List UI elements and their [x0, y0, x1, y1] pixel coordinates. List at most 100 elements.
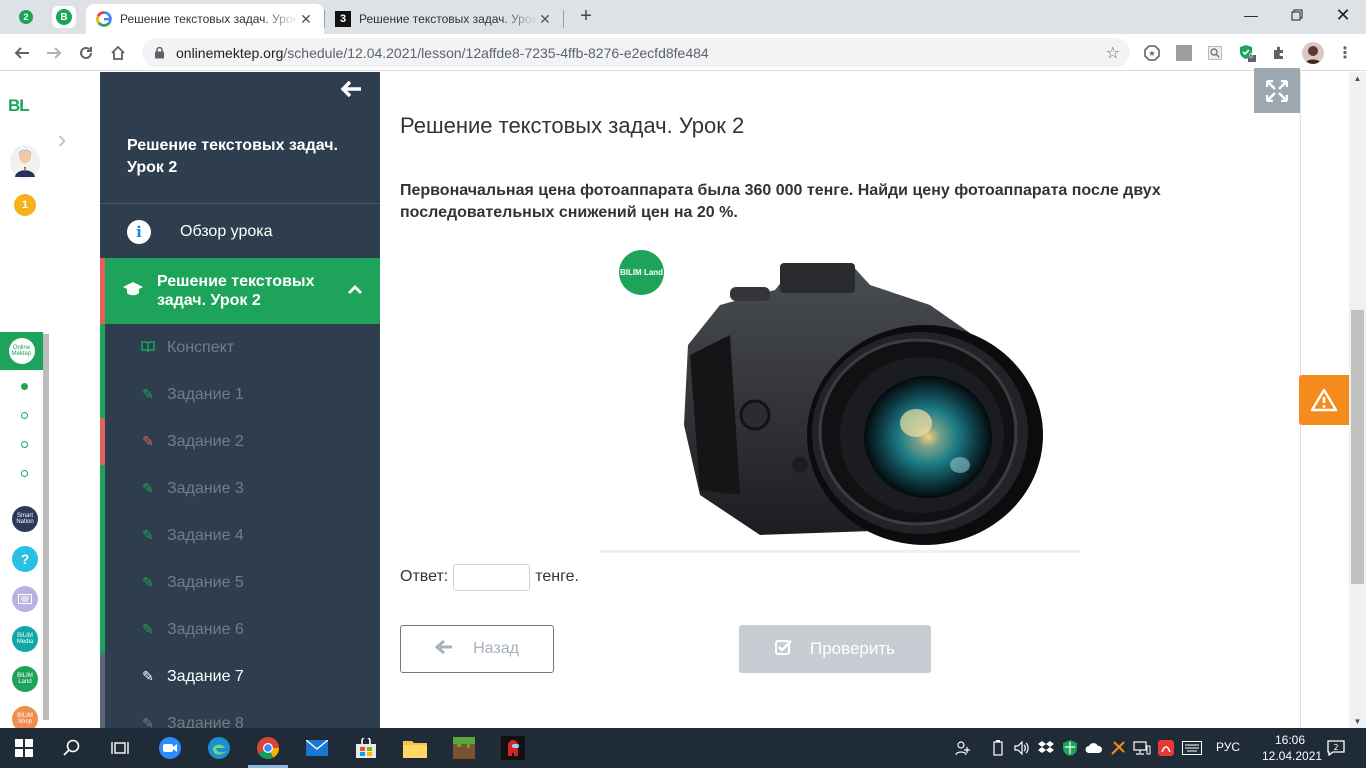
user-avatar[interactable] — [10, 145, 40, 179]
home-icon[interactable] — [106, 41, 130, 65]
coins-badge[interactable]: 1 — [14, 194, 36, 216]
chevron-up-icon[interactable] — [340, 282, 370, 300]
bilim-land-icon[interactable]: BILIM Land — [12, 666, 38, 692]
notifications-icon[interactable]: 2 — [1322, 736, 1350, 760]
sidebar-section-current-lesson[interactable]: Решение текстовых задач. Урок 2 — [100, 258, 380, 324]
edit-icon: ✎ — [142, 527, 154, 543]
battery-icon[interactable] — [988, 738, 1008, 758]
search-icon[interactable] — [60, 736, 84, 760]
extension-shield-icon[interactable]: 0 — [1238, 44, 1256, 62]
sidebar-section-label: Решение текстовых задач. Урок 2 — [157, 273, 315, 309]
extension-adblock-icon[interactable]: ★ — [1143, 44, 1161, 62]
bilim-media-icon[interactable]: BILIM Media — [12, 626, 38, 652]
sidebar-item-task-1[interactable]: ✎ Задание 1 — [100, 371, 380, 418]
report-issue-button[interactable] — [1299, 375, 1349, 425]
file-explorer-icon[interactable] — [403, 736, 427, 760]
sidebar-item-task-6[interactable]: ✎ Задание 6 — [100, 606, 380, 653]
sidebar-item-label: Задание 2 — [167, 432, 244, 450]
edit-icon: ✎ — [142, 668, 154, 684]
browser-menu-icon[interactable]: ⋮ — [1336, 44, 1354, 62]
network-icon[interactable] — [1132, 738, 1152, 758]
scrollbar-thumb[interactable] — [1351, 310, 1364, 584]
address-bar[interactable]: onlinemektep.org/schedule/12.04.2021/les… — [142, 38, 1130, 67]
rail-scrollbar[interactable] — [43, 334, 49, 720]
close-tab-icon[interactable]: ✕ — [298, 11, 314, 28]
pinned-tab-whatsapp[interactable]: 2 — [14, 6, 38, 28]
bilimland-logo: BL — [8, 96, 30, 115]
profile-avatar[interactable] — [1302, 42, 1324, 64]
info-icon: i — [127, 220, 151, 244]
fullscreen-icon[interactable] — [1254, 68, 1300, 113]
page-scrollbar[interactable]: ▲ ▼ — [1349, 72, 1366, 728]
extension-square-icon[interactable] — [1175, 44, 1193, 62]
new-tab-button[interactable]: + — [575, 5, 597, 27]
answer-input[interactable] — [453, 563, 531, 591]
graduation-cap-icon — [121, 281, 145, 302]
rail-app-onlinemektep[interactable]: Online Mektep — [0, 332, 43, 370]
task-view-icon[interactable] — [108, 736, 132, 760]
among-us-icon[interactable] — [501, 736, 525, 760]
sidebar-item-task-7[interactable]: ✎ Задание 7 — [100, 653, 380, 700]
security-shield-icon[interactable] — [1060, 738, 1080, 758]
check-button-label: Проверить — [809, 639, 896, 658]
bilimland-icon: B — [56, 9, 72, 25]
mail-icon[interactable] — [305, 736, 329, 760]
expand-chevron-icon[interactable]: › — [50, 114, 74, 164]
rail-dot[interactable] — [21, 412, 28, 419]
back-button[interactable]: Назад — [400, 625, 554, 673]
edit-icon: ✎ — [142, 386, 154, 402]
restore-button[interactable] — [1274, 0, 1320, 30]
rail-dot[interactable] — [21, 470, 28, 477]
collapse-sidebar-arrow-icon[interactable] — [340, 78, 362, 104]
windows-start-icon[interactable] — [12, 736, 36, 760]
sidebar-item-overview[interactable]: i Обзор урока — [100, 206, 380, 258]
forward-arrow-icon[interactable] — [42, 41, 66, 65]
chrome-icon[interactable] — [256, 736, 280, 760]
tab-lesson-active[interactable]: Решение текстовых задач. Урок 2 ✕ — [86, 4, 324, 34]
sidebar-item-task-5[interactable]: ✎ Задание 5 — [100, 559, 380, 606]
keyboard-language[interactable]: РУС — [1216, 740, 1240, 754]
extensions-puzzle-icon[interactable] — [1270, 44, 1288, 62]
tab-lesson-second[interactable]: 3 Решение текстовых задач. Урок 2 ✕ — [325, 4, 563, 34]
pinned-tab-bilimland[interactable]: B — [52, 6, 76, 28]
close-window-button[interactable]: ✕ — [1320, 0, 1366, 30]
sidebar-item-task-8[interactable]: ✎ Задание 8 — [100, 700, 380, 728]
minecraft-icon[interactable] — [452, 736, 476, 760]
back-arrow-icon[interactable] — [10, 41, 34, 65]
smart-nation-icon[interactable]: Smart Nation — [12, 506, 38, 532]
tab-title: Решение текстовых задач. Урок 2 — [120, 12, 298, 26]
scroll-up-icon[interactable]: ▲ — [1349, 74, 1366, 83]
close-tab-icon[interactable]: ✕ — [537, 11, 553, 28]
tab-favicon-3-icon: 3 — [335, 11, 351, 27]
rail-dot-active[interactable] — [21, 383, 28, 390]
sidebar-item-konspekt[interactable]: Конспект — [100, 324, 380, 371]
check-button[interactable]: Проверить — [739, 625, 931, 673]
rail-dot[interactable] — [21, 441, 28, 448]
back-button-label: Назад — [473, 640, 519, 657]
help-icon[interactable]: ? — [12, 546, 38, 572]
zoom-icon[interactable] — [158, 736, 182, 760]
tools-icon[interactable] — [1108, 738, 1128, 758]
dropbox-icon[interactable] — [1036, 738, 1056, 758]
volume-icon[interactable] — [1012, 738, 1032, 758]
keyboard-icon[interactable] — [1182, 738, 1202, 758]
people-icon[interactable] — [953, 738, 973, 758]
svg-text:★: ★ — [1148, 49, 1155, 58]
sidebar-item-task-4[interactable]: ✎ Задание 4 — [100, 512, 380, 559]
store-icon[interactable] — [354, 736, 378, 760]
answer-unit: тенге. — [535, 568, 579, 585]
system-clock[interactable]: 16:06 12.04.2021 — [1262, 732, 1322, 764]
extension-search-icon[interactable] — [1206, 44, 1224, 62]
pdf-reader-icon[interactable] — [1156, 738, 1176, 758]
sidebar-item-task-3[interactable]: ✎ Задание 3 — [100, 465, 380, 512]
keyboard-app-icon[interactable] — [12, 586, 38, 612]
app-rail: BL 1 Online Mektep Smart Nation ? BILIM Med… — [0, 72, 50, 732]
minimize-button[interactable]: — — [1228, 0, 1274, 30]
scroll-down-icon[interactable]: ▼ — [1349, 717, 1366, 726]
reload-icon[interactable] — [74, 41, 98, 65]
sidebar-item-task-2[interactable]: ✎ Задание 2 — [100, 418, 380, 465]
bookmark-star-icon[interactable]: ☆ — [1106, 43, 1120, 63]
divider — [100, 203, 380, 204]
onedrive-icon[interactable] — [1084, 738, 1104, 758]
edge-icon[interactable] — [207, 736, 231, 760]
